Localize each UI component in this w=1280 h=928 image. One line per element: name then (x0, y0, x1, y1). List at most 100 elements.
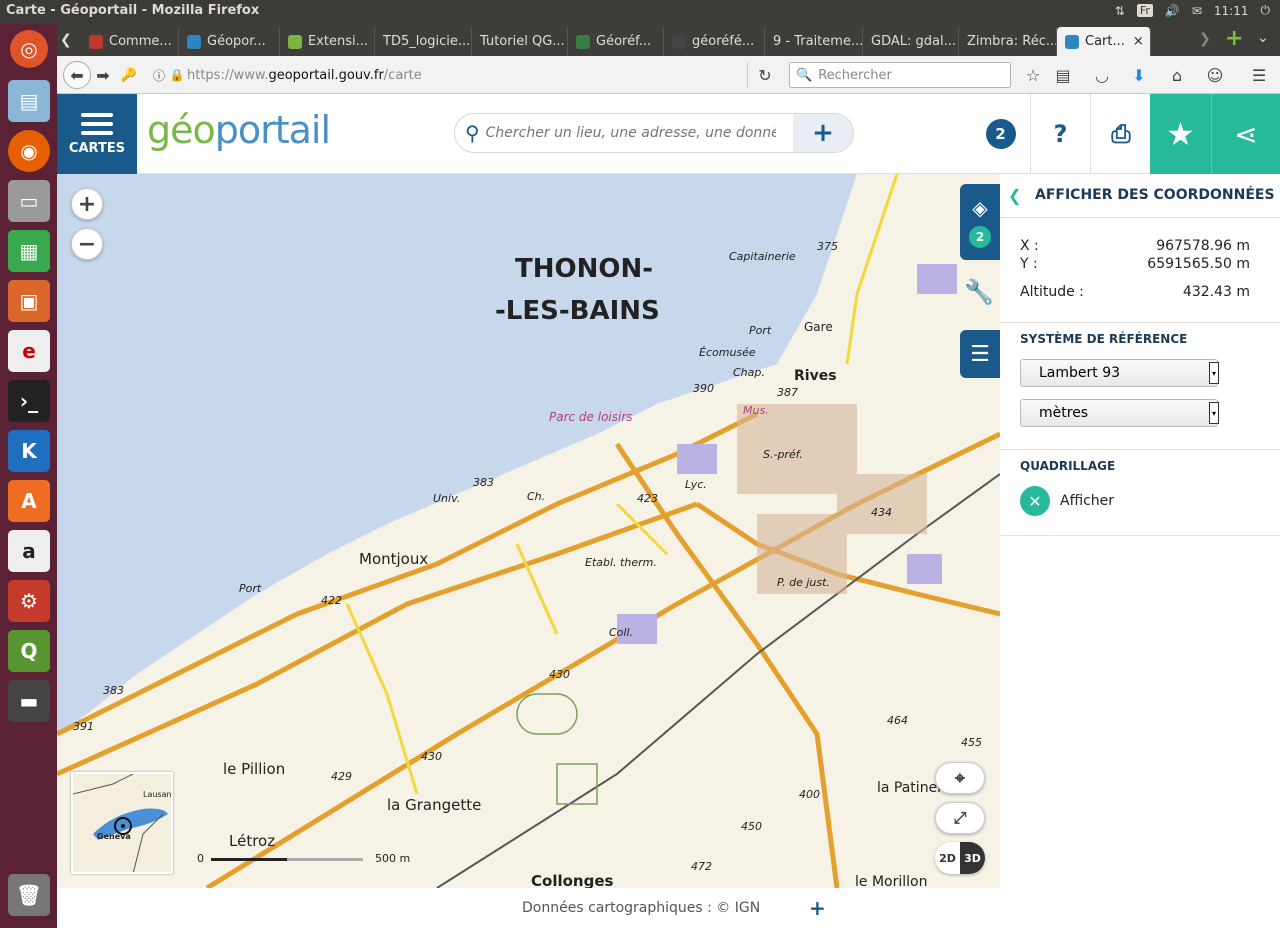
browser-tab[interactable]: géoréfé... (664, 27, 765, 56)
network-icon[interactable]: ⇅ (1115, 4, 1125, 18)
favorites-button[interactable]: ★ (1150, 94, 1211, 174)
altitude-value: 432.43 m (1182, 284, 1250, 300)
geoportail-logo[interactable]: géoportail (147, 108, 331, 152)
y-coordinate-row: Y : 6591565.50 m (1020, 256, 1250, 272)
printer-icon: ⎙ (1111, 120, 1131, 148)
browser-tab[interactable]: GDAL: gdal... (863, 27, 959, 56)
qgis-icon[interactable]: Q (8, 630, 50, 672)
scale-bar: 0 500 m (197, 852, 427, 872)
mail-icon[interactable]: ✉ (1192, 4, 1202, 18)
volume-icon[interactable]: 🔊 (1165, 4, 1180, 18)
browser-tab[interactable]: Zimbra: Réc... (959, 27, 1057, 56)
tab-list-icon[interactable]: ⌄ (1257, 30, 1269, 46)
fullscreen-button[interactable]: ⤢ (935, 802, 985, 834)
zoom-out-button[interactable]: − (71, 228, 103, 260)
print-button[interactable]: ⎙ (1091, 94, 1151, 174)
kde-app-icon[interactable]: K (8, 430, 50, 472)
map-label-mus: Mus. (743, 404, 769, 417)
overview-map[interactable]: Lausan Geneva (71, 772, 173, 874)
reference-system-select[interactable]: Lambert 93 ▾ (1020, 359, 1219, 387)
geolocate-button[interactable]: ⌖ (935, 762, 985, 794)
tab-label: Tutoriel QG... (480, 34, 565, 49)
map-viewport[interactable]: THONON- -LES-BAINS Capitainerie Port Éco… (57, 174, 1000, 888)
coordinates-panel: ❮ AFFICHER DES COORDONNÉES X : 967578.96 … (1000, 174, 1280, 554)
browser-search-field[interactable]: 🔍 Rechercher (789, 62, 1011, 88)
terminal-icon[interactable]: ›_ (8, 380, 50, 422)
browser-tab[interactable]: Extensi... (280, 27, 375, 56)
amazon-icon[interactable]: a (8, 530, 50, 572)
layers-tool-button[interactable]: ◈ 2 (960, 184, 1000, 260)
browser-tab[interactable]: Géoréf... (568, 27, 664, 56)
clock[interactable]: 11:11 (1214, 4, 1249, 18)
credits-expand-plus-icon[interactable]: + (809, 896, 826, 920)
save-drive-icon[interactable]: ▬ (8, 680, 50, 722)
forward-button[interactable]: ➡ (93, 65, 113, 85)
new-tab-icon[interactable]: + (1225, 26, 1243, 51)
settings-icon[interactable]: ⚙ (8, 580, 50, 622)
legend-tool-button[interactable]: ☰ (960, 330, 1000, 378)
browser-tab[interactable]: 9 - Traiteme... (765, 27, 863, 56)
close-tab-icon[interactable]: × (1133, 34, 1144, 49)
back-button[interactable]: ⬅ (63, 61, 91, 89)
view-mode-toggle[interactable]: 2D 3D (935, 842, 985, 874)
chat-icon[interactable]: ☺ (1205, 65, 1225, 85)
unit-select[interactable]: mètres ▾ (1020, 399, 1219, 427)
url-bar[interactable]: https://www. geoportail.gouv.fr/carte (187, 62, 835, 88)
overview-label-lausanne: Lausan (143, 790, 172, 799)
grid-toggle-label[interactable]: Afficher (1060, 493, 1114, 509)
zoom-in-button[interactable]: + (71, 188, 103, 220)
map-label-grangette: la Grangette (387, 796, 482, 814)
tabs-scroll-right-icon[interactable]: ❯ (1199, 31, 1211, 47)
browser-tab[interactable]: Tutoriel QG... (472, 27, 568, 56)
panel-title: AFFICHER DES COORDONNÉES (1035, 187, 1275, 203)
image-viewer-icon[interactable]: ▤ (8, 80, 50, 122)
city-label-line1: THONON- (515, 254, 654, 284)
reference-system-value: Lambert 93 (1039, 365, 1121, 381)
altitude-label: 391 (73, 720, 94, 733)
city-label-line2: -LES-BAINS (495, 296, 660, 326)
browser-tab[interactable]: Comme... (81, 27, 179, 56)
keyboard-layout[interactable]: Fr (1136, 4, 1153, 17)
share-icon: ⋖ (1234, 117, 1258, 151)
firefox-icon[interactable]: ◉ (8, 130, 50, 172)
reload-icon[interactable]: ↻ (755, 65, 775, 85)
search-icon: ⚲ (465, 121, 480, 145)
presentation-icon[interactable]: ▣ (8, 280, 50, 322)
help-button[interactable]: ? (1031, 94, 1091, 174)
map-label-gare: Gare (804, 320, 833, 334)
browser-tab[interactable]: TD5_logicie... (375, 27, 472, 56)
altitude-label: 464 (887, 714, 908, 727)
file-manager-icon[interactable]: ▭ (8, 180, 50, 222)
geoportail-header: CARTES géoportail ⚲ + 2 ? ⎙ ★ ⋖ (57, 94, 1280, 174)
place-search-input[interactable] (485, 125, 776, 141)
wrench-icon[interactable]: 🔧 (964, 278, 994, 306)
browser-tab[interactable]: Cart... × (1057, 27, 1151, 56)
grid-toggle-icon[interactable]: ✕ (1020, 486, 1050, 516)
document-viewer-icon[interactable]: e (8, 330, 50, 372)
download-icon[interactable]: ⬇ (1129, 65, 1149, 85)
tab-favicon-icon (1065, 34, 1079, 49)
place-search-box[interactable]: ⚲ + (454, 113, 854, 153)
x-coordinate-row: X : 967578.96 m (1020, 238, 1250, 254)
layers-count-button[interactable]: 2 (971, 94, 1031, 174)
hamburger-menu-icon[interactable]: ☰ (1249, 65, 1269, 85)
view-2d-button[interactable]: 2D (935, 842, 960, 874)
key-icon[interactable]: 🔑 (119, 65, 139, 85)
share-button[interactable]: ⋖ (1211, 94, 1280, 174)
pocket-icon[interactable]: ◡ (1092, 65, 1112, 85)
info-icon[interactable]: ⓘ (149, 65, 169, 85)
advanced-search-plus-button[interactable]: + (793, 114, 853, 152)
cartes-menu-button[interactable]: CARTES (57, 94, 137, 174)
tabs-scroll-left-icon[interactable]: ❮ (60, 32, 72, 48)
power-icon[interactable]: ⏻ (1261, 3, 1271, 18)
trash-icon[interactable]: 🗑 (8, 874, 50, 916)
browser-tab[interactable]: Géopor... (179, 27, 280, 56)
bookmark-star-icon[interactable]: ☆ (1023, 65, 1043, 85)
panel-back-icon[interactable]: ❮ (1008, 186, 1021, 205)
home-icon[interactable]: ⌂ (1167, 65, 1187, 85)
bookmarks-list-icon[interactable]: ▤ (1053, 65, 1073, 85)
map-label-chap: Chap. (733, 366, 765, 379)
ubuntu-dash-icon[interactable]: ◎ (10, 30, 48, 68)
software-center-icon[interactable]: A (8, 480, 50, 522)
spreadsheet-icon[interactable]: ▦ (8, 230, 50, 272)
